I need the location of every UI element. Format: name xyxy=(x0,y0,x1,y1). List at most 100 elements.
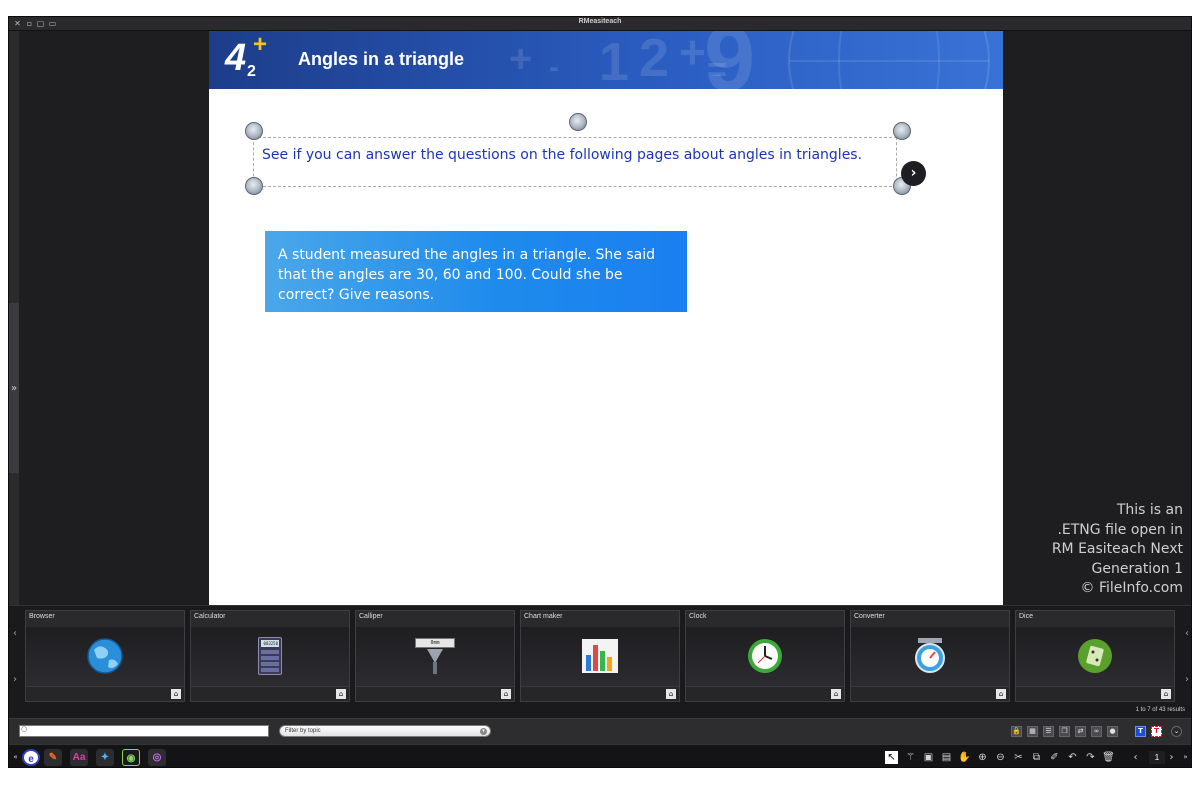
resource-card-footer: ⌂ xyxy=(191,686,349,701)
zoom-out-icon[interactable]: ⊖ xyxy=(994,751,1007,764)
magic-wand-icon[interactable]: ⚚ xyxy=(904,751,917,764)
copy-icon[interactable]: ❐ xyxy=(1059,726,1070,737)
resize-handle-top-left[interactable] xyxy=(245,122,263,140)
resource-card-calliper[interactable]: Calliper 0mm ⌂ xyxy=(355,610,515,702)
cut-icon[interactable]: ✂ xyxy=(1012,751,1025,764)
scale-icon xyxy=(915,638,945,673)
home-icon[interactable]: ⌂ xyxy=(1161,689,1171,699)
dice-icon xyxy=(1078,639,1112,673)
calculator-display: 003250 xyxy=(261,640,279,647)
bottom-toolbar: « e ✎ Aa ✦ ◉ ◎ ↖ ⚚ ▣ ▤ ✋ ⊕ ⊖ ✂ ⧉ ✐ ↶ ↷ 🗑… xyxy=(9,744,1191,767)
search-icon: ○ xyxy=(21,725,28,733)
header-decoration: 2 xyxy=(639,31,670,88)
next-page-button[interactable]: › xyxy=(1165,751,1178,764)
toolbar-scroll-right-icon[interactable]: » xyxy=(1179,751,1191,764)
toolbar-scroll-left-icon[interactable]: « xyxy=(9,751,22,764)
link-icon[interactable]: ∞ xyxy=(1091,726,1102,737)
record-icon[interactable]: ● xyxy=(1107,726,1118,737)
resource-card-footer: ⌂ xyxy=(1016,686,1174,701)
resources-next-button[interactable]: ‹ › xyxy=(1181,610,1191,702)
header-decoration: 1 xyxy=(599,32,630,89)
filter-by-topic-select[interactable]: Filter by topic ▾ xyxy=(279,725,491,737)
select-arrow-icon[interactable]: ↖ xyxy=(885,751,898,764)
resource-card-footer: ⌂ xyxy=(521,686,679,701)
resource-card-clock[interactable]: Clock ⌂ xyxy=(685,610,845,702)
resource-card-dice[interactable]: Dice ⌂ xyxy=(1015,610,1175,702)
grid-view-icon[interactable]: ▦ xyxy=(1027,726,1038,737)
selected-text-box[interactable]: See if you can answer the questions on t… xyxy=(253,137,897,187)
home-icon[interactable]: ⌂ xyxy=(501,689,511,699)
zoom-in-icon[interactable]: ⊕ xyxy=(976,751,989,764)
home-icon[interactable]: ⌂ xyxy=(996,689,1006,699)
search-bar: ○ Filter by topic ▾ 🔒 ▦ ☰ ❐ ⇄ ∞ ● T T ⌄ xyxy=(9,718,1191,744)
chevron-right-icon: › xyxy=(1185,673,1189,685)
home-icon[interactable]: ⌂ xyxy=(336,689,346,699)
question-box[interactable]: A student measured the angles in a trian… xyxy=(265,231,687,312)
text-frame-tool-icon[interactable]: T xyxy=(1151,726,1162,737)
resources-icon[interactable]: ◉ xyxy=(122,749,140,766)
intro-text[interactable]: See if you can answer the questions on t… xyxy=(262,147,862,163)
resource-card-chart-maker[interactable]: Chart maker ⌂ xyxy=(520,610,680,702)
list-view-icon[interactable]: ☰ xyxy=(1043,726,1054,737)
page-tool-icon[interactable]: ▤ xyxy=(940,751,953,764)
pen-tool-icon[interactable]: ✎ xyxy=(44,749,62,766)
expand-panel-button[interactable]: » xyxy=(9,303,19,473)
question-text: A student measured the angles in a trian… xyxy=(278,247,655,303)
resource-card-footer: ⌂ xyxy=(686,686,844,701)
chevron-left-icon: ‹ xyxy=(13,627,17,639)
redo-icon[interactable]: ↷ xyxy=(1084,751,1097,764)
slide-header: + - 1 2 + 9 = 4 2 + Angles in a triangle xyxy=(209,31,1003,89)
filter-select-label: Filter by topic xyxy=(285,728,321,734)
resource-card-preview xyxy=(1016,627,1174,685)
header-decoration: - xyxy=(549,51,559,84)
duplicate-icon[interactable]: ⧉ xyxy=(1030,751,1043,764)
page-number[interactable]: 1 xyxy=(1149,751,1165,764)
home-icon[interactable]: ⌂ xyxy=(666,689,676,699)
fill-icon[interactable]: ✐ xyxy=(1048,751,1061,764)
text-tool-icon[interactable]: T xyxy=(1135,726,1146,737)
resource-card-browser[interactable]: Browser ⌂ xyxy=(25,610,185,702)
left-side-panel: » xyxy=(9,31,19,605)
hand-pan-icon[interactable]: ✋ xyxy=(958,751,971,764)
text-style-icon[interactable]: Aa xyxy=(70,749,88,766)
globe-outline-decoration xyxy=(788,31,990,89)
undo-icon[interactable]: ↶ xyxy=(1066,751,1079,764)
easiteach-menu-icon[interactable]: e xyxy=(22,749,40,766)
home-icon[interactable]: ⌂ xyxy=(171,689,181,699)
logo-number: 4 xyxy=(225,37,247,79)
resource-card-preview: 0mm xyxy=(356,627,514,685)
app-title: RMeasiteach xyxy=(578,18,622,25)
rotate-handle[interactable] xyxy=(569,113,587,131)
resource-card-preview xyxy=(686,627,844,685)
title-bar: ✕ ▫ ▢ ▭ RMeasiteach xyxy=(9,17,1191,31)
resource-library: ‹ › Browser ⌂ Calculator 003250 ⌂ Callip… xyxy=(9,605,1191,718)
expand-toolbar-icon[interactable]: ⌄ xyxy=(1171,726,1182,737)
lock-icon[interactable]: 🔒 xyxy=(1011,726,1022,737)
resources-prev-button[interactable]: ‹ › xyxy=(9,610,21,702)
calliper-icon: 0mm xyxy=(413,636,457,676)
bar-chart-icon xyxy=(582,639,618,673)
resource-card-converter[interactable]: Converter ⌂ xyxy=(850,610,1010,702)
logo-plus: + xyxy=(253,31,268,58)
resource-card-label: Browser xyxy=(29,613,55,620)
delete-icon[interactable]: 🗑 xyxy=(1102,751,1115,764)
resource-card-label: Converter xyxy=(854,613,885,620)
resize-handle-bottom-left[interactable] xyxy=(245,177,263,195)
text-box-menu-button[interactable]: › xyxy=(901,161,926,186)
results-count: 1 to 7 of 43 results xyxy=(1135,707,1185,713)
resize-handle-top-right[interactable] xyxy=(893,122,911,140)
flip-icon[interactable]: ⇄ xyxy=(1075,726,1086,737)
slide-title: Angles in a triangle xyxy=(298,49,465,69)
header-decoration: + xyxy=(679,31,706,78)
screen-tool-icon[interactable]: ▣ xyxy=(922,751,935,764)
effects-icon[interactable]: ✦ xyxy=(96,749,114,766)
search-input[interactable] xyxy=(19,725,269,737)
header-decoration: = xyxy=(707,51,727,89)
previous-page-button[interactable]: ‹ xyxy=(1129,751,1142,764)
resource-card-preview: 003250 xyxy=(191,627,349,685)
media-icon[interactable]: ◎ xyxy=(148,749,166,766)
home-icon[interactable]: ⌂ xyxy=(831,689,841,699)
slide-logo: 4 2 + xyxy=(225,31,273,85)
resource-card-calculator[interactable]: Calculator 003250 ⌂ xyxy=(190,610,350,702)
slide-page[interactable]: + - 1 2 + 9 = 4 2 + Angles in a triangle… xyxy=(209,31,1003,605)
